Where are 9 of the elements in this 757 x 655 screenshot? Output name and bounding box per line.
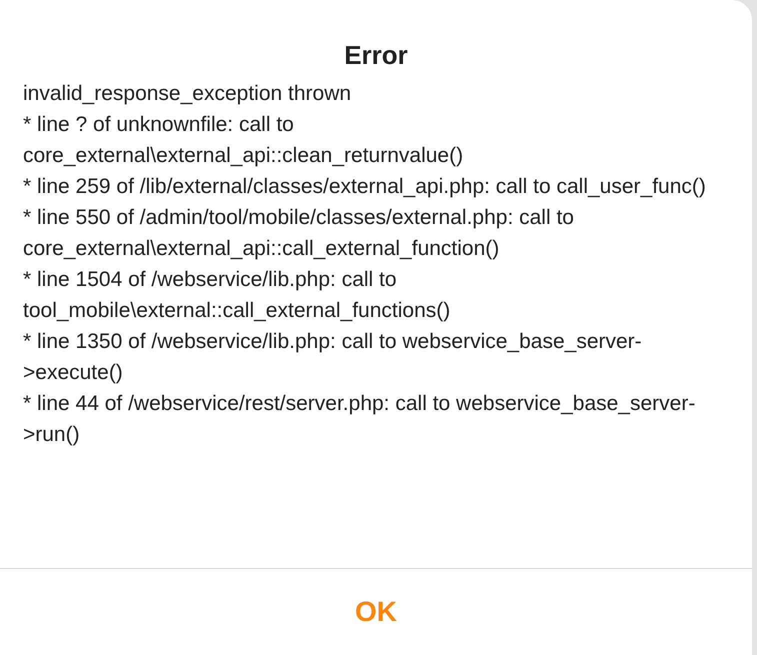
ok-button[interactable]: OK — [335, 588, 417, 636]
error-message-line: * line ? of unknownfile: call to core_external\external_api::clean_returnvalue() — [23, 112, 464, 169]
dialog-title: Error — [344, 39, 408, 70]
error-message-line: * line 1504 of /webservice/lib.php: call to tool_mobile\external::call_external_functions() — [23, 267, 452, 324]
error-message-line: * line 550 of /admin/tool/mobile/classes/external.php: call to core_external\external_api::call_external_function() — [23, 205, 575, 262]
error-message-line: * line 1350 of /webservice/lib.php: call to webservice_base_server->execute() — [23, 329, 643, 386]
error-message-line: * line 259 of /lib/external/classes/external_api.php: call to call_user_func() — [23, 174, 707, 200]
error-message-line: invalid_response_exception thrown — [23, 81, 352, 107]
error-message-line: * line 44 of /webservice/rest/server.php: call to webservice_base_server->run() — [23, 391, 696, 448]
